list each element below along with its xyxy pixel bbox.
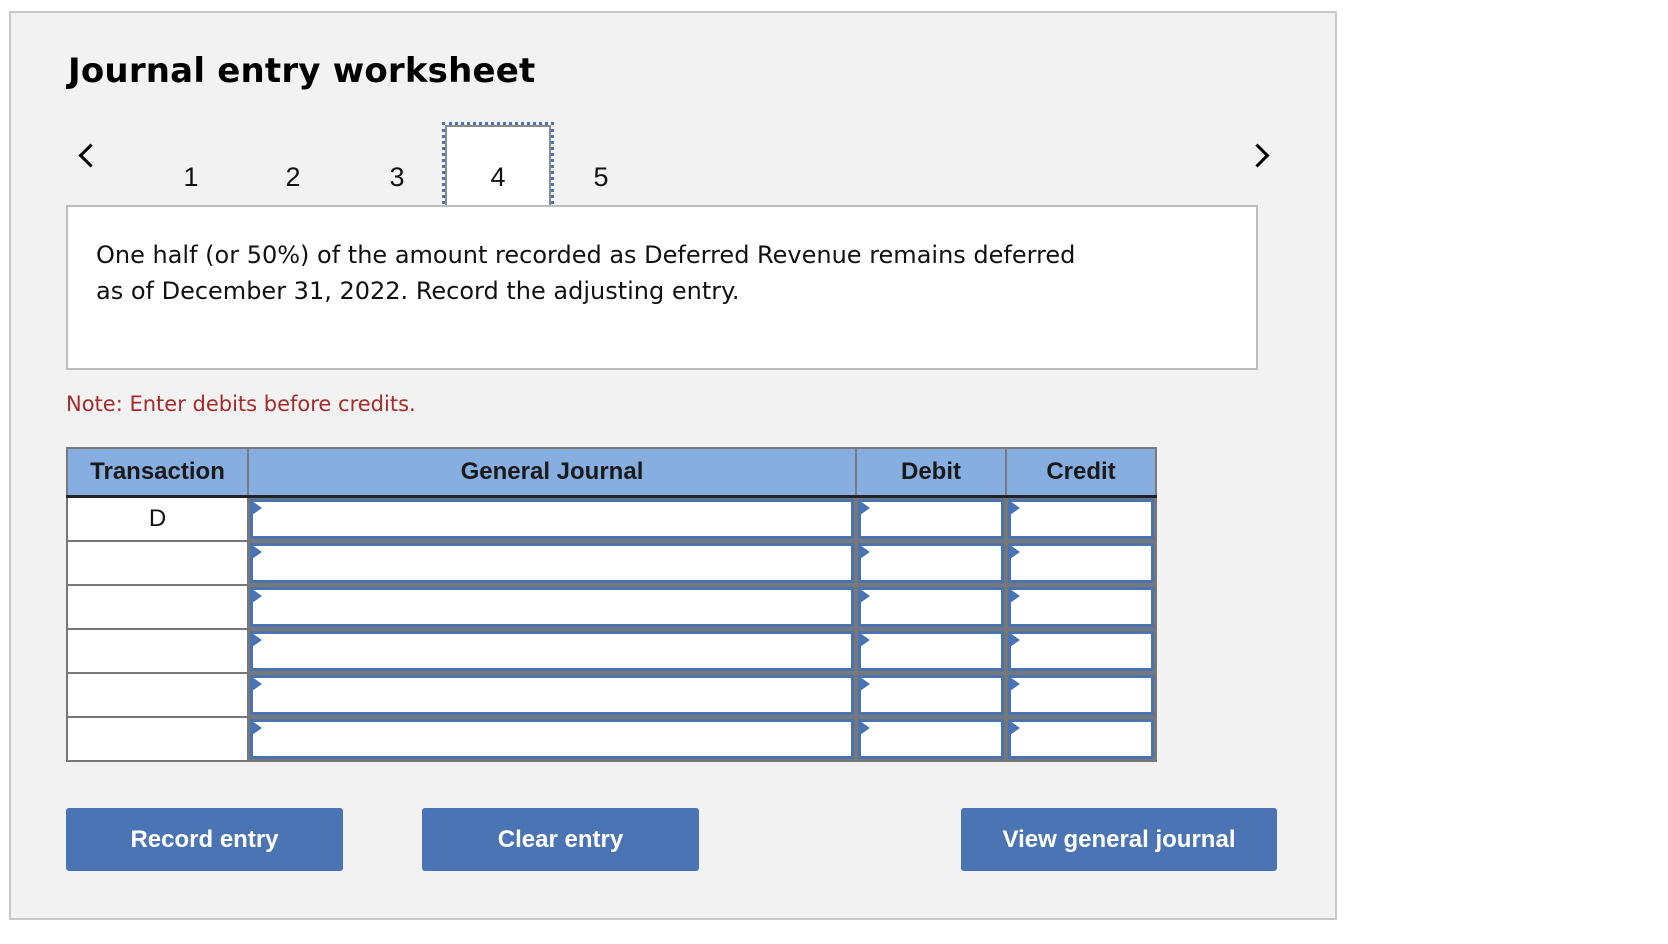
general-journal-input[interactable] xyxy=(250,719,854,759)
general-journal-cell xyxy=(247,540,857,586)
transaction-cell: D xyxy=(66,495,249,542)
credit-input[interactable] xyxy=(1008,675,1154,715)
dropdown-marker-icon xyxy=(1010,633,1020,647)
dropdown-marker-icon xyxy=(252,545,262,559)
general-journal-cell xyxy=(247,716,857,762)
page-title: Journal entry worksheet xyxy=(68,51,536,91)
view-general-journal-button[interactable]: View general journal xyxy=(961,808,1277,871)
general-journal-input[interactable] xyxy=(250,543,854,583)
dropdown-marker-icon xyxy=(860,501,870,515)
journal-entry-worksheet-panel: Journal entry worksheet 1 2 3 4 5 One ha… xyxy=(9,11,1337,920)
record-entry-button[interactable]: Record entry xyxy=(66,808,343,871)
general-journal-cell xyxy=(247,584,857,630)
dropdown-marker-icon xyxy=(860,589,870,603)
header-transaction: Transaction xyxy=(66,447,249,498)
dropdown-marker-icon xyxy=(252,589,262,603)
dropdown-marker-icon xyxy=(252,721,262,735)
dropdown-marker-icon xyxy=(860,633,870,647)
debit-input[interactable] xyxy=(858,631,1004,671)
credit-input[interactable] xyxy=(1008,719,1154,759)
dropdown-marker-icon xyxy=(1010,677,1020,691)
general-journal-input[interactable] xyxy=(250,499,854,539)
transaction-cell xyxy=(66,628,249,674)
chevron-left-icon[interactable] xyxy=(78,143,103,168)
general-journal-input[interactable] xyxy=(250,675,854,715)
dropdown-marker-icon xyxy=(1010,501,1020,515)
chevron-right-icon[interactable] xyxy=(1245,143,1270,168)
general-journal-input[interactable] xyxy=(250,587,854,627)
debit-cell xyxy=(855,716,1007,762)
credit-cell xyxy=(1005,584,1157,630)
header-general-journal: General Journal xyxy=(247,447,857,498)
transaction-cell xyxy=(66,716,249,762)
dropdown-marker-icon xyxy=(860,677,870,691)
table-row xyxy=(66,672,1157,718)
header-debit: Debit xyxy=(855,447,1007,498)
dropdown-marker-icon xyxy=(252,677,262,691)
transaction-cell xyxy=(66,672,249,718)
dropdown-marker-icon xyxy=(252,633,262,647)
debit-cell xyxy=(855,584,1007,630)
table-header-row: Transaction General Journal Debit Credit xyxy=(66,447,1157,498)
note-text: Note: Enter debits before credits. xyxy=(66,392,416,416)
dropdown-marker-icon xyxy=(1010,721,1020,735)
table-row xyxy=(66,584,1157,630)
transaction-cell xyxy=(66,584,249,630)
transaction-cell xyxy=(66,540,249,586)
debit-cell xyxy=(855,540,1007,586)
header-credit: Credit xyxy=(1005,447,1157,498)
dropdown-marker-icon xyxy=(860,721,870,735)
table-row xyxy=(66,716,1157,762)
debit-input[interactable] xyxy=(858,499,1004,539)
credit-cell xyxy=(1005,716,1157,762)
debit-input[interactable] xyxy=(858,543,1004,583)
debit-input[interactable] xyxy=(858,675,1004,715)
credit-input[interactable] xyxy=(1008,631,1154,671)
credit-cell xyxy=(1005,495,1157,542)
credit-input[interactable] xyxy=(1008,499,1154,539)
dropdown-marker-icon xyxy=(860,545,870,559)
credit-cell xyxy=(1005,628,1157,674)
dropdown-marker-icon xyxy=(1010,545,1020,559)
instruction-text: One half (or 50%) of the amount recorded… xyxy=(96,241,1076,305)
credit-cell xyxy=(1005,672,1157,718)
journal-table: Transaction General Journal Debit Credit… xyxy=(66,447,1157,762)
dropdown-marker-icon xyxy=(1010,589,1020,603)
general-journal-cell xyxy=(247,628,857,674)
debit-cell xyxy=(855,495,1007,542)
credit-input[interactable] xyxy=(1008,543,1154,583)
instruction-box: One half (or 50%) of the amount recorded… xyxy=(66,205,1258,370)
debit-cell xyxy=(855,672,1007,718)
credit-cell xyxy=(1005,540,1157,586)
dropdown-marker-icon xyxy=(252,501,262,515)
debit-input[interactable] xyxy=(858,719,1004,759)
debit-cell xyxy=(855,628,1007,674)
credit-input[interactable] xyxy=(1008,587,1154,627)
general-journal-cell xyxy=(247,672,857,718)
debit-input[interactable] xyxy=(858,587,1004,627)
general-journal-cell xyxy=(247,495,857,542)
table-row xyxy=(66,628,1157,674)
general-journal-input[interactable] xyxy=(250,631,854,671)
clear-entry-button[interactable]: Clear entry xyxy=(422,808,699,871)
table-row: D xyxy=(66,495,1157,542)
table-row xyxy=(66,540,1157,586)
